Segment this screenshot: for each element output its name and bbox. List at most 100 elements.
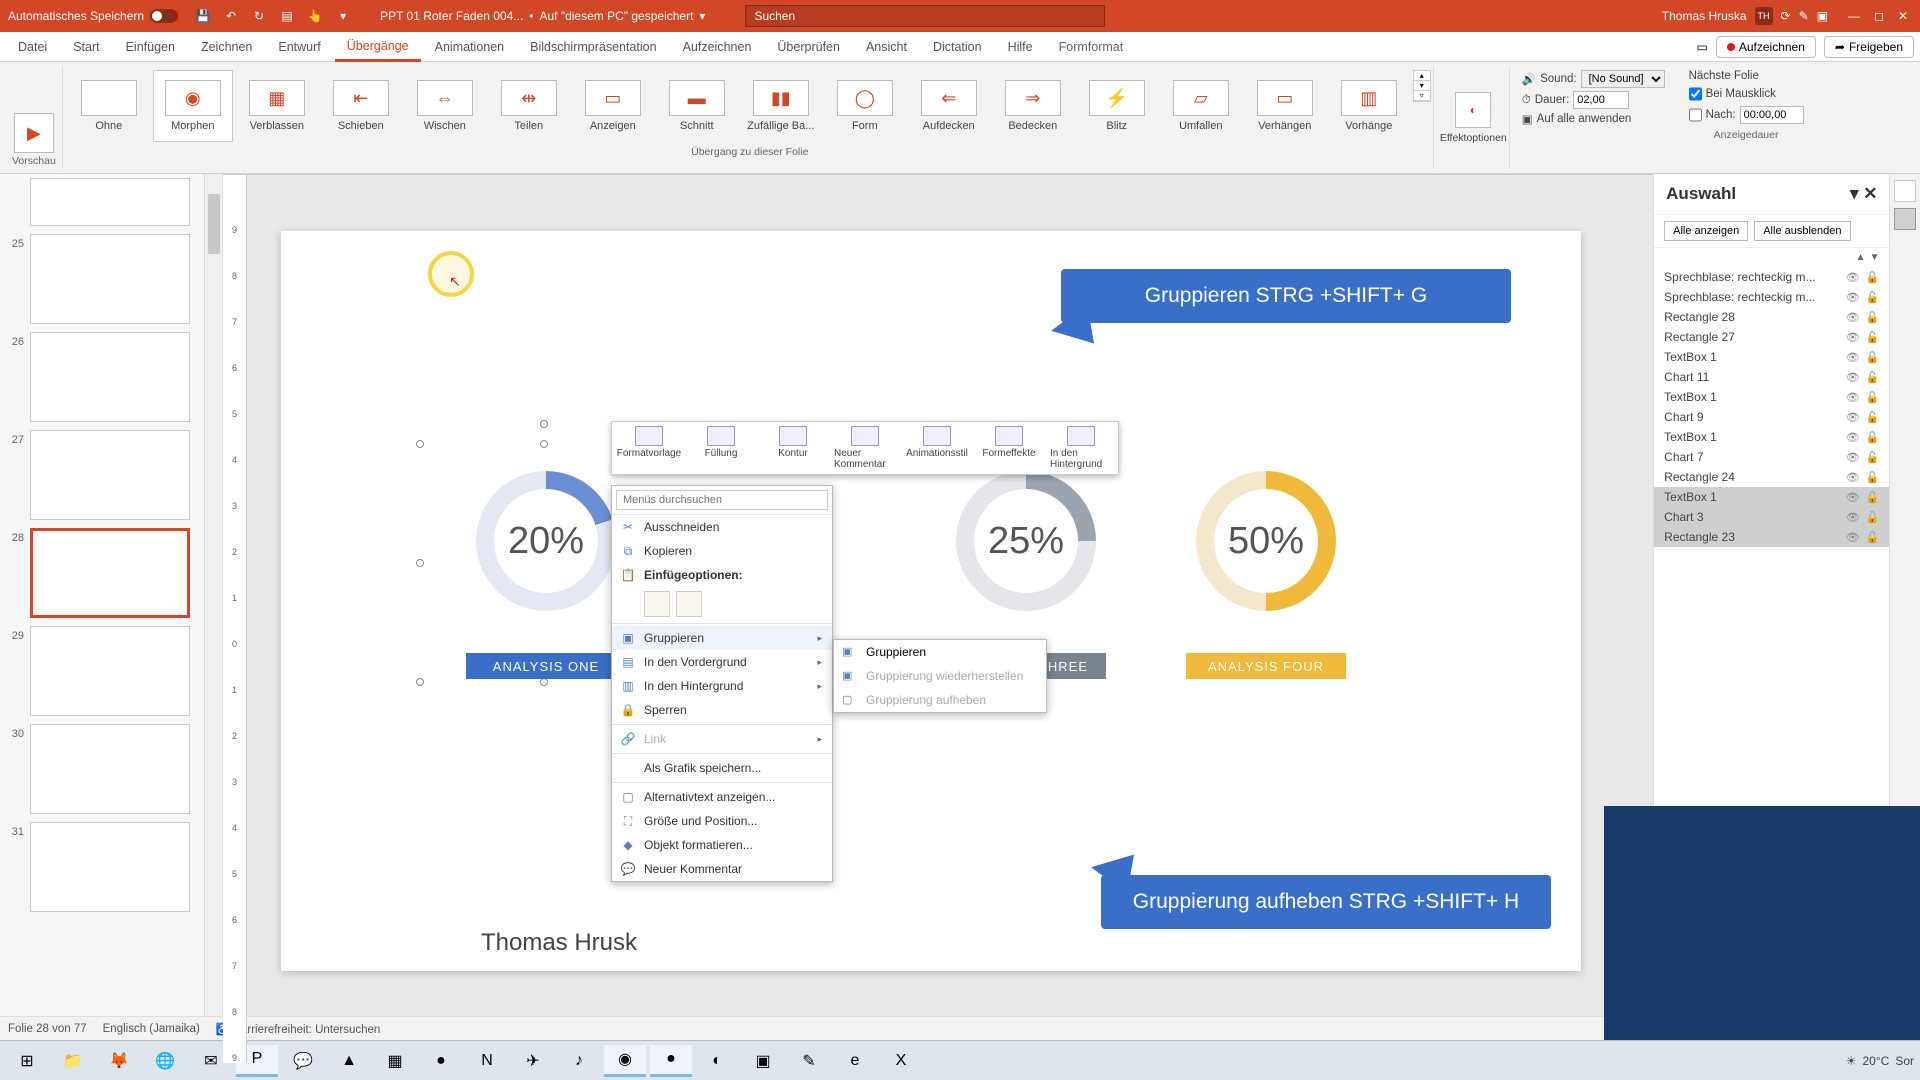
thumb-25[interactable] xyxy=(30,234,190,324)
paste-option-2[interactable] xyxy=(676,591,702,617)
maximize-icon[interactable]: ◻ xyxy=(1874,9,1884,23)
thumb-28[interactable] xyxy=(30,528,190,618)
save-icon[interactable]: 💾 xyxy=(194,7,212,25)
selection-item[interactable]: Rectangle 24👁🔓 xyxy=(1654,467,1889,487)
preview-icon[interactable]: ▶ xyxy=(14,113,54,153)
sub-group[interactable]: ▣Gruppieren xyxy=(834,640,1046,664)
chevron-down-icon[interactable]: ▾ xyxy=(699,9,705,23)
ctx-bring-front[interactable]: ▤In den Vordergrund▸ xyxy=(612,650,832,674)
transition-schnitt[interactable]: ▬Schnitt xyxy=(657,70,737,142)
thumb-27[interactable] xyxy=(30,430,190,520)
transition-verhaengen[interactable]: ▭Verhängen xyxy=(1245,70,1325,142)
mini-fill[interactable]: Füllung xyxy=(690,426,752,470)
tab-ueberpruefen[interactable]: Überprüfen xyxy=(765,34,852,60)
user-account[interactable]: Thomas Hruska TH ⟳ ✎ ▣ xyxy=(1654,7,1836,25)
transition-anzeigen[interactable]: ▭Anzeigen xyxy=(573,70,653,142)
thumb-29[interactable] xyxy=(30,626,190,716)
ctx-save-graphic[interactable]: Als Grafik speichern... xyxy=(612,756,832,780)
transition-blitz[interactable]: ⚡Blitz xyxy=(1077,70,1157,142)
donut-label-4[interactable]: ANALYSIS FOUR xyxy=(1186,653,1346,679)
tab-animationen[interactable]: Animationen xyxy=(423,34,517,60)
ctx-size-pos[interactable]: ⛶Größe und Position... xyxy=(612,809,832,833)
transition-teilen[interactable]: ⇹Teilen xyxy=(489,70,569,142)
lock-icon[interactable]: 🔓 xyxy=(1866,531,1880,544)
tab-entwurf[interactable]: Entwurf xyxy=(266,34,332,60)
selection-item[interactable]: Chart 9👁🔓 xyxy=(1654,407,1889,427)
minimize-icon[interactable]: — xyxy=(1848,9,1860,23)
move-up-icon[interactable]: ▲ xyxy=(1856,252,1866,263)
effect-options[interactable]: ◐ Effektoptionen xyxy=(1438,66,1510,169)
lock-icon[interactable]: 🔓 xyxy=(1866,471,1880,484)
tab-einfuegen[interactable]: Einfügen xyxy=(114,34,187,60)
record-button[interactable]: Aufzeichnen xyxy=(1716,36,1816,58)
transition-bedecken[interactable]: ⇒Bedecken xyxy=(993,70,1073,142)
tab-formformat[interactable]: Formformat xyxy=(1047,34,1136,60)
visibility-icon[interactable]: 👁 xyxy=(1846,331,1860,344)
search-input[interactable] xyxy=(745,5,1105,27)
transition-schieben[interactable]: ⇤Schieben xyxy=(321,70,401,142)
slide-28[interactable]: ↖ Gruppieren STRG +SHIFT+ G Gruppierung … xyxy=(281,231,1581,971)
ctx-group[interactable]: ▣Gruppieren▸ xyxy=(612,626,832,650)
transition-ohne[interactable]: Ohne xyxy=(69,70,149,142)
user-avatar[interactable]: TH xyxy=(1755,7,1773,25)
language-status[interactable]: Englisch (Jamaika) xyxy=(103,1023,200,1035)
thumb-24[interactable] xyxy=(30,178,190,226)
transition-verblassen[interactable]: ▦Verblassen xyxy=(237,70,317,142)
thumb-26[interactable] xyxy=(30,332,190,422)
thumb-30[interactable] xyxy=(30,724,190,814)
transition-wischen[interactable]: ⇔Wischen xyxy=(405,70,485,142)
rotate-handle-icon[interactable] xyxy=(540,420,548,428)
selection-item[interactable]: TextBox 1👁🔓 xyxy=(1654,487,1889,507)
duration-input[interactable] xyxy=(1573,91,1629,109)
lock-icon[interactable]: 🔓 xyxy=(1866,451,1880,464)
mini-format-style[interactable]: Formatvorlage xyxy=(618,426,680,470)
transition-morphen[interactable]: ◉Morphen xyxy=(153,70,233,142)
transition-form[interactable]: ◯Form xyxy=(825,70,905,142)
tab-aufzeichnen[interactable]: Aufzeichnen xyxy=(671,34,764,60)
lock-icon[interactable]: 🔓 xyxy=(1866,291,1880,304)
redo-icon[interactable]: ↻ xyxy=(250,7,268,25)
tab-ansicht[interactable]: Ansicht xyxy=(854,34,919,60)
handle-icon[interactable] xyxy=(540,678,548,686)
mini-comment[interactable]: Neuer Kommentar xyxy=(834,426,896,470)
weather-widget[interactable]: ☀20°CSor xyxy=(1846,1054,1914,1068)
tab-uebergaenge[interactable]: Übergänge xyxy=(335,33,421,62)
after-input[interactable] xyxy=(1740,106,1804,124)
visibility-icon[interactable]: 👁 xyxy=(1846,491,1860,504)
lock-icon[interactable]: 🔓 xyxy=(1866,391,1880,404)
tab-zeichnen[interactable]: Zeichnen xyxy=(189,34,264,60)
side-btn-selection[interactable] xyxy=(1894,208,1916,230)
close-icon[interactable]: ✕ xyxy=(1898,9,1908,23)
mini-sendback[interactable]: In den Hintergrund xyxy=(1050,426,1112,470)
present-icon[interactable]: ▤ xyxy=(278,7,296,25)
autosave-toggle[interactable]: Automatisches Speichern xyxy=(0,9,186,23)
visibility-icon[interactable]: 👁 xyxy=(1846,291,1860,304)
menu-search-input[interactable] xyxy=(616,490,828,510)
slide-thumbnails[interactable]: 25 26 27 28 29 30 31 xyxy=(0,174,223,1016)
lock-icon[interactable]: 🔓 xyxy=(1866,411,1880,424)
selection-item[interactable]: Chart 7👁🔓 xyxy=(1654,447,1889,467)
ctx-format-obj[interactable]: ◆Objekt formatieren... xyxy=(612,833,832,857)
hide-all-button[interactable]: Alle ausblenden xyxy=(1754,221,1850,241)
tab-hilfe[interactable]: Hilfe xyxy=(996,34,1045,60)
lock-icon[interactable]: 🔓 xyxy=(1866,271,1880,284)
more-icon[interactable]: ▾ xyxy=(334,7,352,25)
side-btn-1[interactable] xyxy=(1894,180,1916,202)
selection-item[interactable]: TextBox 1👁🔓 xyxy=(1654,347,1889,367)
draw-icon[interactable]: ✎ xyxy=(1799,9,1809,23)
callout-ungroup[interactable]: Gruppierung aufheben STRG +SHIFT+ H xyxy=(1101,875,1551,929)
paste-option-1[interactable] xyxy=(644,591,670,617)
window-icon[interactable]: ▣ xyxy=(1817,9,1828,23)
mini-outline[interactable]: Kontur xyxy=(762,426,824,470)
selection-item[interactable]: Rectangle 27👁🔓 xyxy=(1654,327,1889,347)
close-pane-icon[interactable]: ✕ xyxy=(1863,184,1877,203)
handle-icon[interactable] xyxy=(416,440,424,448)
ctx-cut[interactable]: ✂Ausschneiden xyxy=(612,515,832,539)
selection-item[interactable]: Sprechblase: rechteckig m...👁🔓 xyxy=(1654,287,1889,307)
explorer-icon[interactable]: 📁 xyxy=(52,1045,94,1077)
ctx-copy[interactable]: ⧉Kopieren xyxy=(612,539,832,563)
lock-icon[interactable]: 🔓 xyxy=(1866,491,1880,504)
donut-chart-4[interactable]: 50% xyxy=(1196,471,1336,611)
lock-icon[interactable]: 🔓 xyxy=(1866,331,1880,344)
visibility-icon[interactable]: 👁 xyxy=(1846,391,1860,404)
